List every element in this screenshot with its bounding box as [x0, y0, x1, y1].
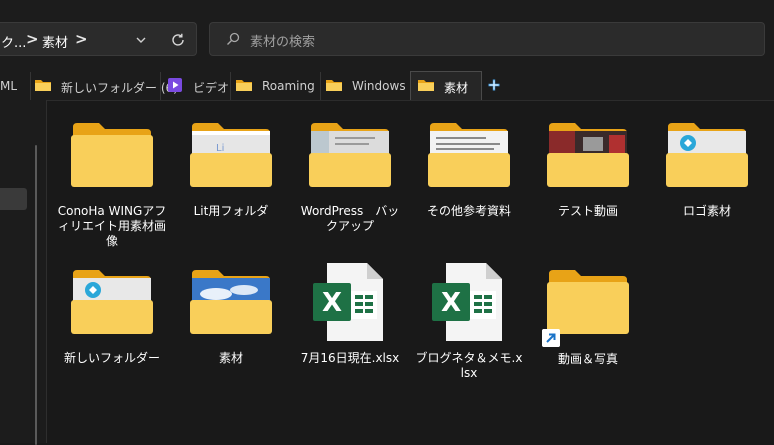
item-name: 7月16日現在.xlsx: [300, 351, 400, 365]
folder-icon: [326, 80, 342, 91]
folder-item[interactable]: テスト動画: [533, 119, 643, 259]
tab-windows[interactable]: Windows: [320, 72, 410, 100]
item-name: 新しいフォルダー: [63, 351, 160, 365]
breadcrumb-current[interactable]: 素材: [42, 32, 68, 51]
folder-item[interactable]: WordPress バックアップ: [295, 119, 405, 259]
file-list: ConoHa WINGアフィリエイト用素材画像 Li Lit用フォルダ Word…: [47, 101, 774, 443]
address-row: ク... > 素材 > 素材の検索: [0, 0, 774, 72]
tab-ml[interactable]: ML: [0, 72, 30, 100]
tab-label: Roaming: [262, 79, 315, 93]
refresh-icon[interactable]: [170, 32, 186, 48]
breadcrumb-separator[interactable]: >: [26, 30, 39, 48]
folder-item[interactable]: ロゴ素材: [652, 119, 762, 259]
address-bar[interactable]: ク... > 素材 >: [0, 22, 197, 56]
tab-video[interactable]: ビデオ: [160, 72, 230, 100]
folder-icon: [71, 270, 153, 334]
item-name: 動画＆写真: [557, 352, 618, 366]
folder-shortcut-item[interactable]: 動画＆写真: [533, 266, 643, 386]
svg-text:Li: Li: [216, 143, 224, 154]
folder-icon: [71, 123, 153, 187]
tab-label: ML: [0, 79, 18, 93]
item-name: テスト動画: [557, 204, 618, 218]
search-icon: [227, 32, 240, 45]
folder-icon: [236, 80, 252, 91]
svg-text:X: X: [441, 288, 461, 318]
folder-item[interactable]: その他参考資料: [414, 119, 524, 259]
nav-selected-item[interactable]: [0, 188, 27, 210]
folder-item[interactable]: Li Lit用フォルダ: [176, 119, 286, 259]
item-name: WordPress バックアップ: [300, 204, 400, 233]
tab-new-folder-6[interactable]: 新しいフォルダー (6): [30, 72, 178, 100]
item-name: ブログネタ＆メモ.xlsx: [415, 351, 523, 380]
folder-icon: [190, 270, 272, 334]
folder-icon: [418, 80, 434, 91]
folder-icon: [547, 270, 629, 334]
item-name: ロゴ素材: [682, 204, 731, 218]
folder-icon: [666, 123, 748, 187]
shortcut-arrow-icon: [542, 329, 560, 347]
folder-icon: [428, 123, 510, 187]
folder-icon: [309, 123, 391, 187]
item-name: Lit用フォルダ: [193, 204, 269, 218]
video-library-icon: [168, 78, 182, 92]
tab-label: 素材: [444, 81, 469, 95]
folder-item[interactable]: ConoHa WINGアフィリエイト用素材画像: [57, 119, 167, 259]
navigation-pane: [0, 100, 47, 445]
item-name: ConoHa WINGアフィリエイト用素材画像: [57, 204, 167, 248]
chevron-down-icon[interactable]: [134, 33, 148, 47]
tab-label: Windows: [352, 79, 406, 93]
folder-item[interactable]: 新しいフォルダー: [57, 266, 167, 386]
new-tab-icon[interactable]: [487, 78, 501, 92]
tab-roaming[interactable]: Roaming: [230, 72, 320, 100]
tab-sozai[interactable]: 素材: [410, 71, 482, 100]
breadcrumb-parent[interactable]: ク...: [1, 32, 26, 51]
item-name: その他参考資料: [426, 204, 511, 218]
tab-label: ビデオ: [193, 81, 230, 95]
folder-icon: [35, 80, 51, 91]
nav-scrollbar[interactable]: [35, 145, 37, 445]
excel-file-icon: X: [313, 263, 383, 341]
item-name: 素材: [218, 351, 243, 365]
tab-bar: ML 新しいフォルダー (6) ビデオ Roaming Windows 素材: [0, 71, 774, 101]
folder-item[interactable]: 素材: [176, 266, 286, 386]
excel-file-icon: X: [432, 263, 502, 341]
search-input[interactable]: 素材の検索: [209, 22, 765, 56]
folder-icon: [547, 123, 629, 187]
svg-text:X: X: [322, 288, 342, 318]
excel-file-item[interactable]: X ブログネタ＆メモ.xlsx: [414, 261, 524, 386]
breadcrumb-separator-end[interactable]: >: [75, 30, 88, 48]
search-placeholder: 素材の検索: [250, 35, 316, 50]
folder-icon: Li: [190, 123, 272, 187]
excel-file-item[interactable]: X 7月16日現在.xlsx: [295, 261, 405, 386]
